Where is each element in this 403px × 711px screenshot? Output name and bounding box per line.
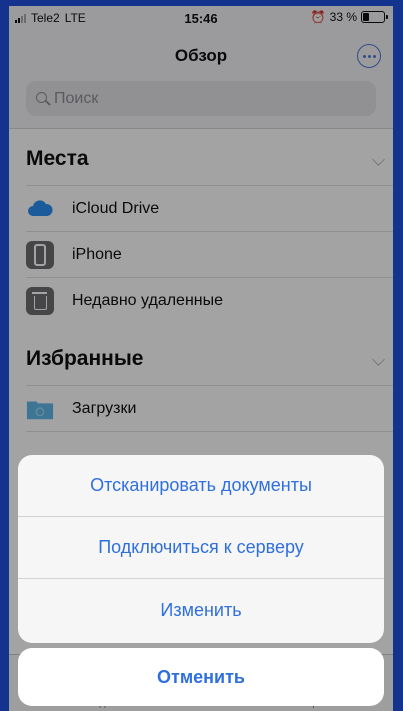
action-sheet: Отсканировать документы Подключиться к с… (18, 455, 384, 643)
edit-button[interactable]: Изменить (18, 579, 384, 641)
cancel-button[interactable]: Отменить (18, 648, 384, 706)
connect-to-server-button[interactable]: Подключиться к серверу (18, 517, 384, 579)
phone-screen: Tele2 LTE 15:46 ⏰ 33 % Обзор Поиск Места… (9, 6, 393, 711)
scan-documents-button[interactable]: Отсканировать документы (18, 455, 384, 517)
